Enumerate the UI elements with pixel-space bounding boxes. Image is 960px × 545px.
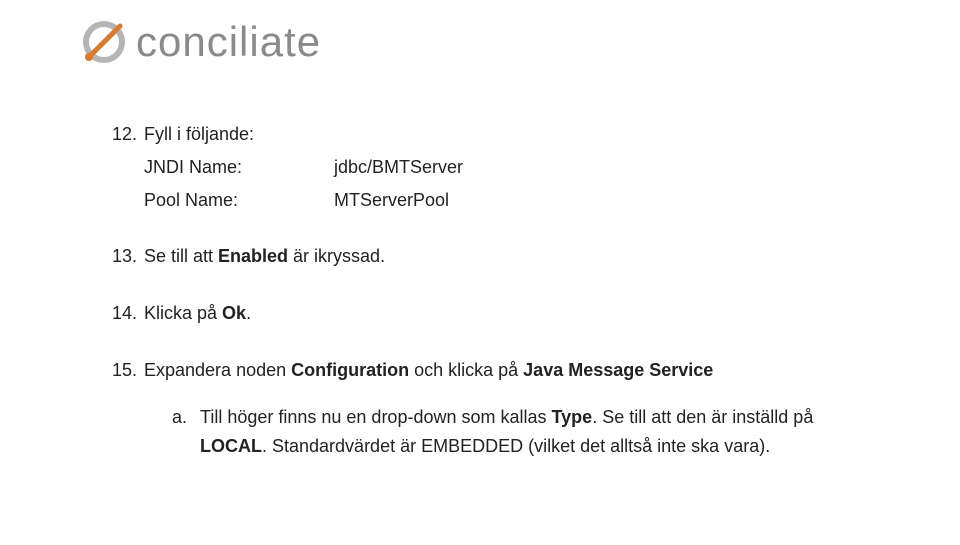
- text: . Se till att den är inställd på: [592, 407, 813, 427]
- text: Klicka på: [144, 303, 222, 323]
- field-value: MTServerPool: [334, 186, 449, 215]
- text: . Standardvärdet är EMBEDDED (vilket det…: [262, 436, 770, 456]
- field-row: Pool Name: MTServerPool: [144, 186, 848, 215]
- logo-text: conciliate: [136, 18, 321, 66]
- list-body: Klicka på Ok.: [144, 299, 848, 328]
- list-item-14: 14. Klicka på Ok.: [112, 299, 848, 328]
- text: är ikryssad.: [288, 246, 385, 266]
- logo: conciliate: [82, 18, 321, 66]
- text: .: [246, 303, 251, 323]
- list-number: 14.: [112, 299, 144, 328]
- bold-text: LOCAL: [200, 436, 262, 456]
- list-lead-text: Fyll i följande:: [144, 120, 848, 149]
- sub-body: Till höger finns nu en drop-down som kal…: [200, 403, 848, 461]
- bold-text: Java Message Service: [523, 360, 713, 380]
- list-body: Expandera noden Configuration och klicka…: [144, 356, 848, 460]
- text: Till höger finns nu en drop-down som kal…: [200, 407, 552, 427]
- text: Expandera noden: [144, 360, 291, 380]
- field-value: jdbc/BMTServer: [334, 153, 463, 182]
- field-label: JNDI Name:: [144, 153, 334, 182]
- sub-letter: a.: [172, 403, 200, 461]
- field-label: Pool Name:: [144, 186, 334, 215]
- field-row: JNDI Name: jdbc/BMTServer: [144, 153, 848, 182]
- list-body: Fyll i följande: JNDI Name: jdbc/BMTServ…: [144, 120, 848, 214]
- list-number: 13.: [112, 242, 144, 271]
- bold-text: Ok: [222, 303, 246, 323]
- list-item-13: 13. Se till att Enabled är ikryssad.: [112, 242, 848, 271]
- bold-text: Type: [552, 407, 593, 427]
- list-number: 15.: [112, 356, 144, 460]
- bold-text: Configuration: [291, 360, 409, 380]
- bold-text: Enabled: [218, 246, 288, 266]
- sub-list-item: a. Till höger finns nu en drop-down som …: [172, 403, 848, 461]
- text: Se till att: [144, 246, 218, 266]
- list-number: 12.: [112, 120, 144, 214]
- list-item-15: 15. Expandera noden Configuration och kl…: [112, 356, 848, 460]
- document-content: 12. Fyll i följande: JNDI Name: jdbc/BMT…: [112, 120, 848, 488]
- text: och klicka på: [409, 360, 523, 380]
- list-body: Se till att Enabled är ikryssad.: [144, 242, 848, 271]
- logo-icon: [82, 20, 126, 64]
- list-item-12: 12. Fyll i följande: JNDI Name: jdbc/BMT…: [112, 120, 848, 214]
